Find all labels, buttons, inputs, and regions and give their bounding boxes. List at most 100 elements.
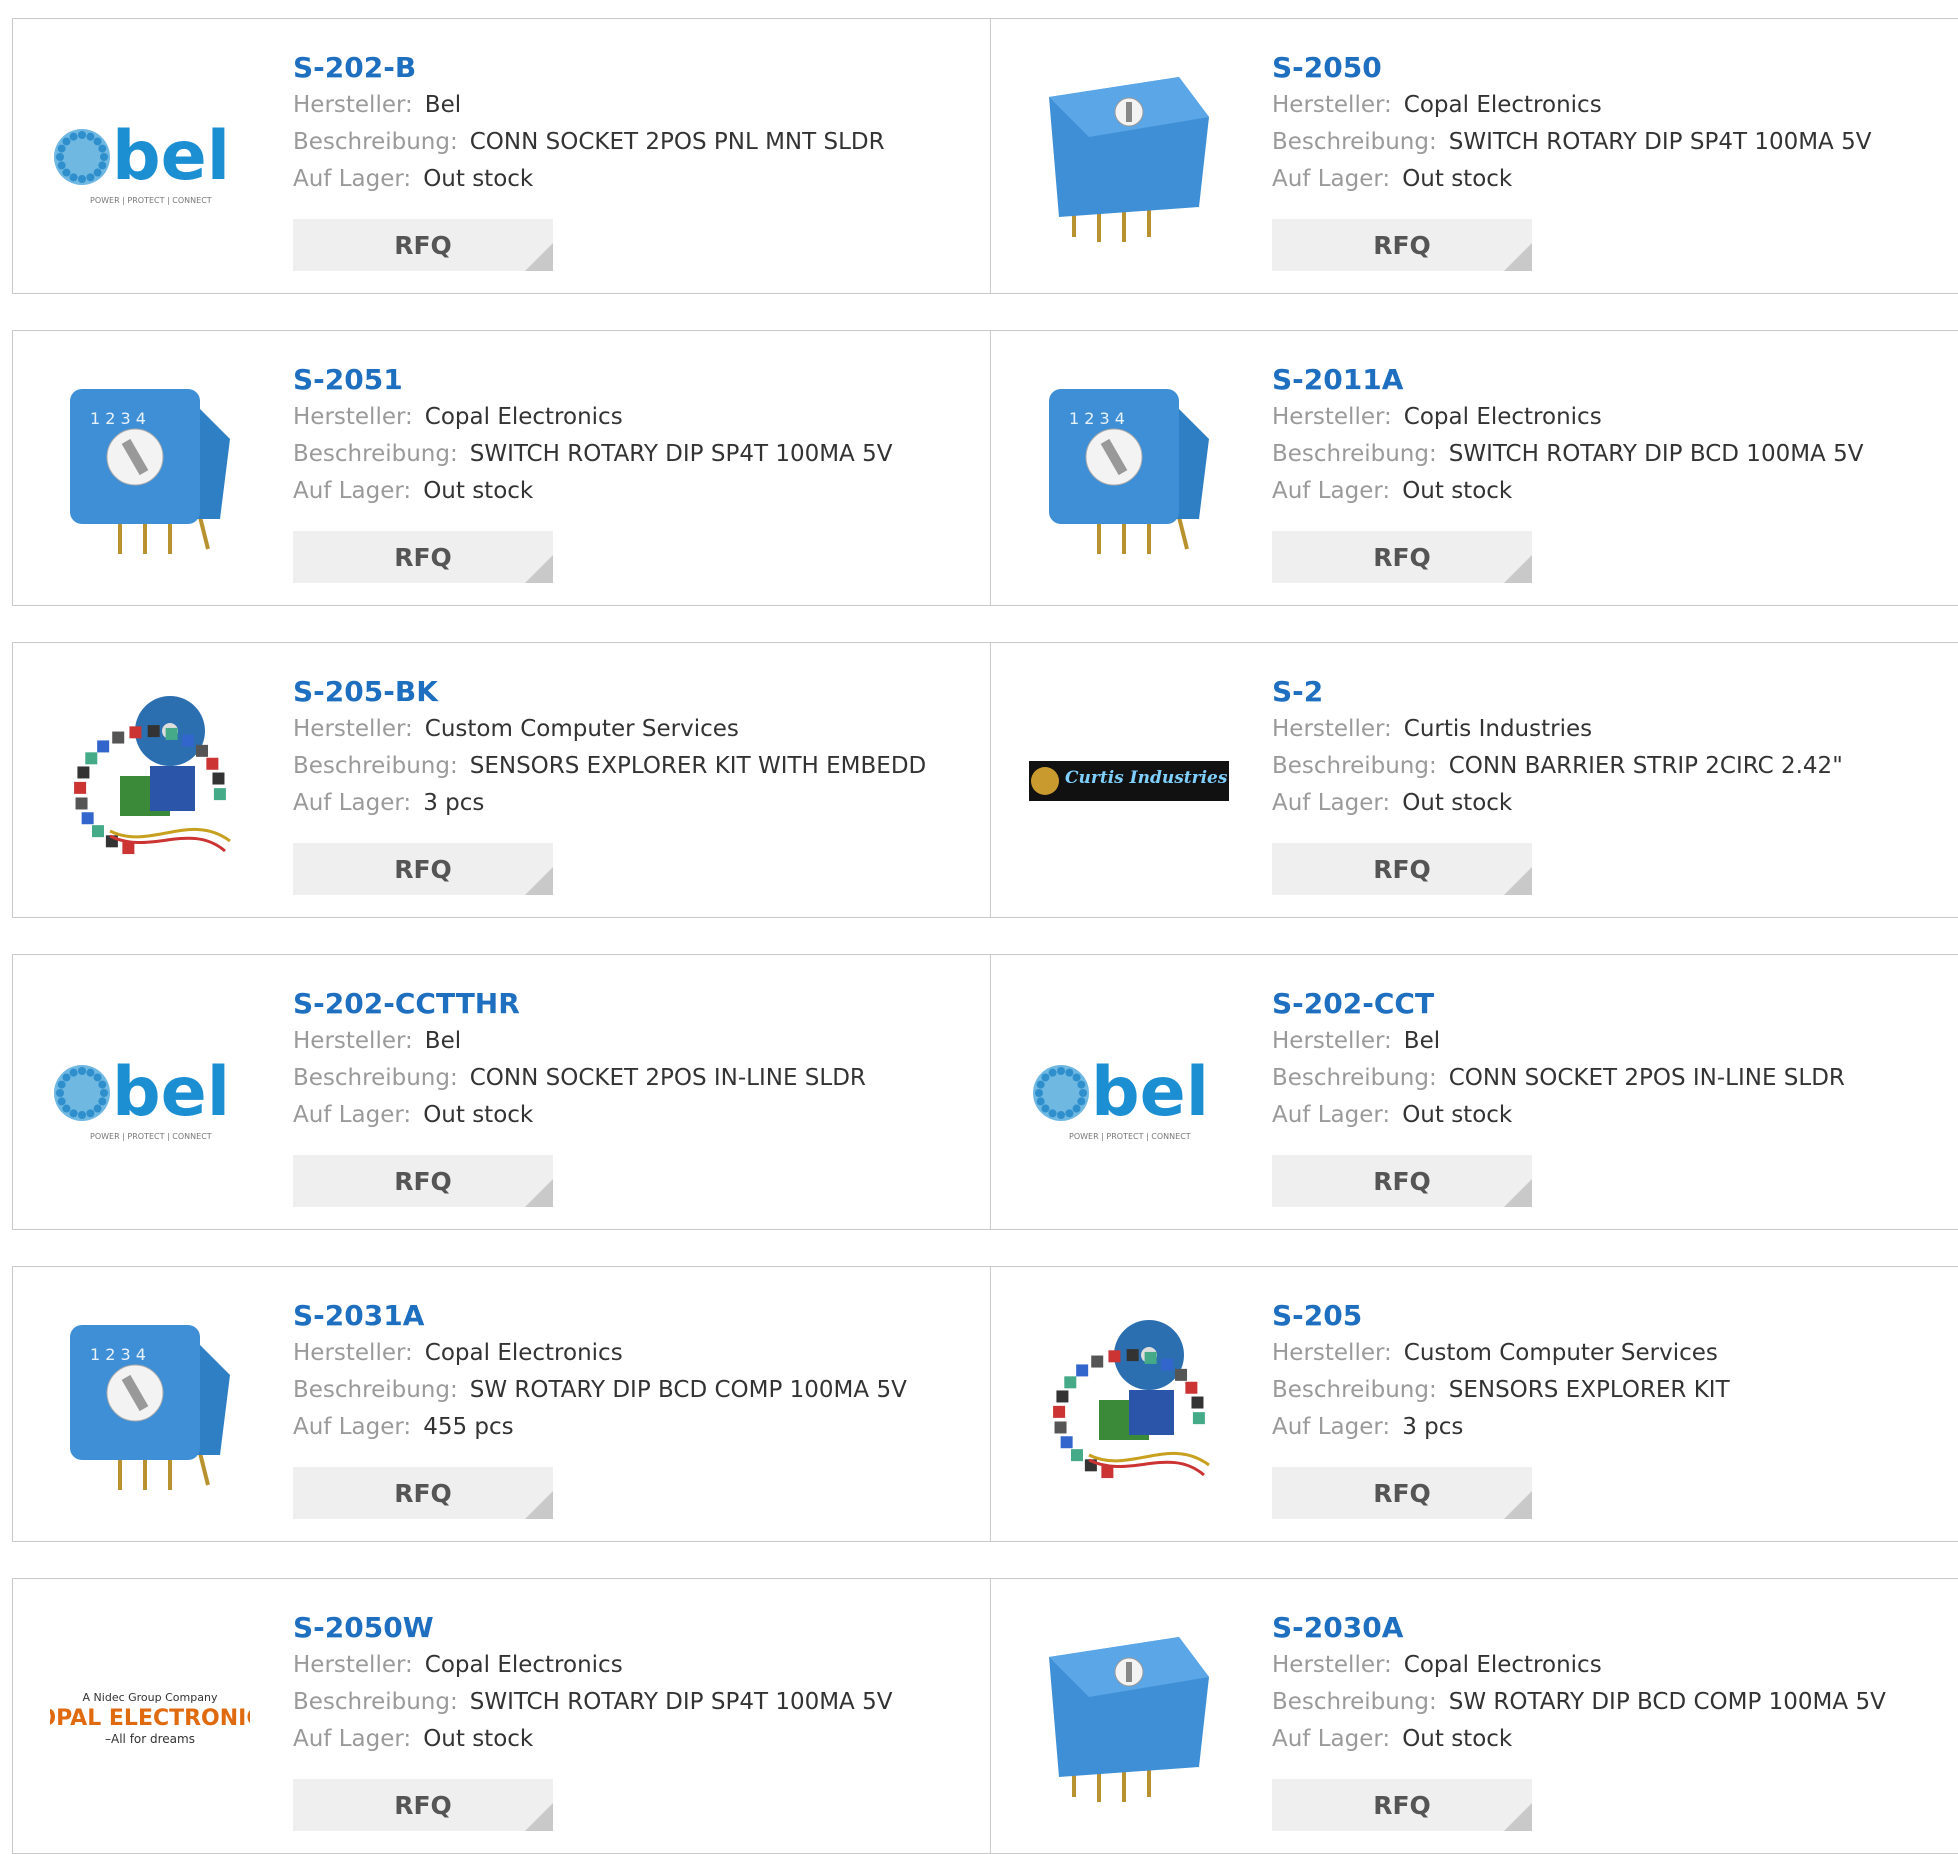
manufacturer-line: Hersteller: Custom Computer Services — [293, 711, 973, 748]
part-number-link[interactable]: S-202-B — [293, 49, 973, 87]
rfq-button[interactable]: RFQ — [1272, 1467, 1532, 1519]
description-value: CONN SOCKET 2POS IN-LINE SLDR — [1448, 1065, 1845, 1091]
part-number-link[interactable]: S-2030A — [1272, 1609, 1952, 1647]
stock-line: Auf Lager: 3 pcs — [1272, 1409, 1952, 1446]
product-image[interactable] — [50, 681, 250, 881]
rfq-button[interactable]: RFQ — [1272, 1779, 1532, 1831]
description-label: Beschreibung: — [293, 1689, 458, 1715]
rfq-corner-decoration — [525, 1803, 553, 1831]
rfq-button[interactable]: RFQ — [1272, 843, 1532, 895]
rfq-corner-decoration — [525, 1179, 553, 1207]
svg-text:–All for dreams: –All for dreams — [105, 1732, 195, 1746]
product-card: S-205-BK Hersteller: Custom Computer Serv… — [13, 643, 989, 917]
description-value: SWITCH ROTARY DIP SP4T 100MA 5V — [469, 441, 893, 467]
manufacturer-line: Hersteller: Copal Electronics — [1272, 1647, 1952, 1684]
product-image[interactable]: Curtis Industries — [1029, 681, 1229, 881]
stock-value: Out stock — [423, 1102, 534, 1128]
part-number-link[interactable]: S-2 — [1272, 673, 1952, 711]
rfq-button[interactable]: RFQ — [293, 1155, 553, 1207]
rfq-corner-decoration — [1504, 867, 1532, 895]
stock-line: Auf Lager: Out stock — [293, 1721, 973, 1758]
manufacturer-value: Copal Electronics — [424, 1652, 623, 1678]
stock-line: Auf Lager: Out stock — [1272, 473, 1952, 510]
part-number-link[interactable]: S-202-CCT — [1272, 985, 1952, 1023]
manufacturer-line: Hersteller: Bel — [293, 1023, 973, 1060]
stock-value: Out stock — [1402, 166, 1513, 192]
manufacturer-line: Hersteller: Curtis Industries — [1272, 711, 1952, 748]
manufacturer-value: Copal Electronics — [1403, 404, 1602, 430]
part-number-link[interactable]: S-2031A — [293, 1297, 973, 1335]
stock-line: Auf Lager: Out stock — [1272, 1097, 1952, 1134]
product-row: A Nidec Group Company COPAL ELECTRONICS … — [12, 1578, 1958, 1854]
stock-value: Out stock — [1402, 478, 1513, 504]
product-info: S-2 Hersteller: Curtis Industries Beschre… — [1272, 673, 1952, 822]
product-row: S-205-BK Hersteller: Custom Computer Serv… — [12, 642, 1958, 918]
product-info: S-2011A Hersteller: Copal Electronics Bes… — [1272, 361, 1952, 510]
manufacturer-label: Hersteller: — [1272, 92, 1392, 118]
product-card: bel POWER | PROTECT | CONNECT S-202-CCT … — [992, 955, 1958, 1229]
card-divider — [990, 19, 991, 293]
manufacturer-line: Hersteller: Bel — [293, 87, 973, 124]
manufacturer-line: Hersteller: Bel — [1272, 1023, 1952, 1060]
stock-line: Auf Lager: Out stock — [293, 473, 973, 510]
manufacturer-line: Hersteller: Custom Computer Services — [1272, 1335, 1952, 1372]
stock-value: 3 pcs — [423, 790, 485, 816]
rfq-button[interactable]: RFQ — [293, 531, 553, 583]
rfq-button[interactable]: RFQ — [293, 1779, 553, 1831]
manufacturer-label: Hersteller: — [293, 716, 413, 742]
product-row: 1 2 3 4 S-2051 Hersteller: Copal Electron… — [12, 330, 1958, 606]
stock-label: Auf Lager: — [293, 1726, 412, 1752]
part-number-link[interactable]: S-205-BK — [293, 673, 973, 711]
stock-line: Auf Lager: Out stock — [1272, 161, 1952, 198]
part-number-link[interactable]: S-202-CCTTHR — [293, 985, 973, 1023]
product-card: S-2030A Hersteller: Copal Electronics Bes… — [992, 1579, 1958, 1853]
description-line: Beschreibung: SWITCH ROTARY DIP SP4T 100M… — [1272, 124, 1952, 161]
stock-value: Out stock — [1402, 790, 1513, 816]
part-number-link[interactable]: S-205 — [1272, 1297, 1952, 1335]
stock-line: Auf Lager: Out stock — [1272, 785, 1952, 822]
svg-text:bel: bel — [112, 117, 230, 196]
description-label: Beschreibung: — [1272, 1689, 1437, 1715]
product-row: 1 2 3 4 S-2031A Hersteller: Copal Electro… — [12, 1266, 1958, 1542]
product-image[interactable] — [1029, 57, 1229, 257]
rfq-label: RFQ — [1373, 1790, 1431, 1820]
description-line: Beschreibung: CONN SOCKET 2POS IN-LINE SL… — [293, 1060, 973, 1097]
product-image[interactable]: bel POWER | PROTECT | CONNECT — [50, 993, 250, 1193]
rfq-button[interactable]: RFQ — [293, 219, 553, 271]
product-info: S-205 Hersteller: Custom Computer Service… — [1272, 1297, 1952, 1446]
product-image[interactable]: 1 2 3 4 — [1029, 369, 1229, 569]
rfq-button[interactable]: RFQ — [293, 843, 553, 895]
rfq-button[interactable]: RFQ — [1272, 531, 1532, 583]
description-label: Beschreibung: — [1272, 753, 1437, 779]
part-number-link[interactable]: S-2051 — [293, 361, 973, 399]
part-number-link[interactable]: S-2050W — [293, 1609, 973, 1647]
description-line: Beschreibung: SWITCH ROTARY DIP BCD 100MA… — [1272, 436, 1952, 473]
rfq-corner-decoration — [1504, 555, 1532, 583]
manufacturer-value: Custom Computer Services — [424, 716, 739, 742]
rfq-button[interactable]: RFQ — [1272, 1155, 1532, 1207]
product-image[interactable] — [1029, 1305, 1229, 1505]
manufacturer-label: Hersteller: — [293, 404, 413, 430]
product-card: 1 2 3 4 S-2011A Hersteller: Copal Electro… — [992, 331, 1958, 605]
stock-label: Auf Lager: — [293, 1414, 412, 1440]
description-label: Beschreibung: — [293, 441, 458, 467]
part-number-link[interactable]: S-2011A — [1272, 361, 1952, 399]
product-image[interactable]: bel POWER | PROTECT | CONNECT — [1029, 993, 1229, 1193]
manufacturer-value: Copal Electronics — [1403, 92, 1602, 118]
rfq-button[interactable]: RFQ — [293, 1467, 553, 1519]
rfq-corner-decoration — [1504, 1491, 1532, 1519]
stock-line: Auf Lager: 455 pcs — [293, 1409, 973, 1446]
product-card: bel POWER | PROTECT | CONNECT S-202-CCTT… — [13, 955, 989, 1229]
rfq-label: RFQ — [394, 1478, 452, 1508]
rfq-button[interactable]: RFQ — [1272, 219, 1532, 271]
product-image[interactable]: bel POWER | PROTECT | CONNECT — [50, 57, 250, 257]
product-image[interactable]: 1 2 3 4 — [50, 369, 250, 569]
product-card: 1 2 3 4 S-2051 Hersteller: Copal Electron… — [13, 331, 989, 605]
product-image[interactable]: A Nidec Group Company COPAL ELECTRONICS … — [50, 1617, 250, 1817]
product-image[interactable]: 1 2 3 4 — [50, 1305, 250, 1505]
part-number-link[interactable]: S-2050 — [1272, 49, 1952, 87]
product-image[interactable] — [1029, 1617, 1229, 1817]
rfq-label: RFQ — [394, 1790, 452, 1820]
description-value: CONN BARRIER STRIP 2CIRC 2.42" — [1448, 753, 1843, 779]
product-card: bel POWER | PROTECT | CONNECT S-202-B He… — [13, 19, 989, 293]
